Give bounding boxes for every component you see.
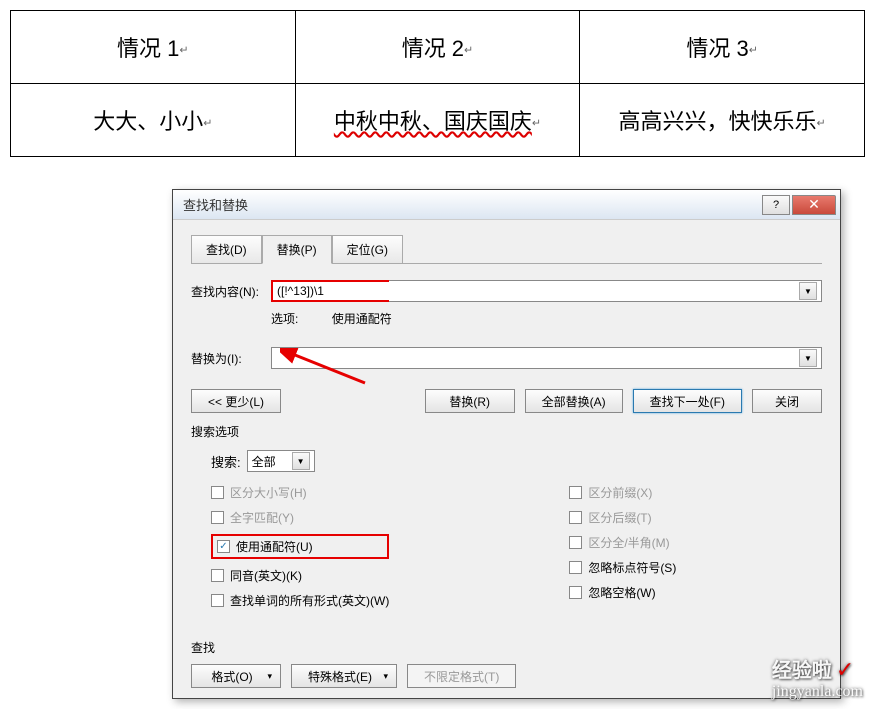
data-cell: 中秋中秋、国庆国庆↵: [295, 84, 580, 157]
checkbox-label: 区分大小写(H): [230, 484, 307, 501]
find-next-button[interactable]: 查找下一处(F): [633, 389, 742, 413]
find-replace-dialog: 查找和替换 ? ✕ 查找(D) 替换(P) 定位(G) 查找内容(N): ▼ 选…: [172, 189, 841, 699]
format-button[interactable]: 格式(O): [191, 664, 281, 688]
tab-replace[interactable]: 替换(P): [262, 235, 332, 264]
checkbox-item: 区分前缀(X): [569, 484, 676, 501]
close-button[interactable]: ✕: [792, 195, 836, 215]
checkbox-item: 全字匹配(Y): [211, 509, 389, 526]
dialog-title: 查找和替换: [183, 195, 760, 214]
replace-input-combo[interactable]: ▼: [271, 347, 822, 369]
checkbox-label: 区分全/半角(M): [588, 534, 669, 551]
checkbox-item[interactable]: 同音(英文)(K): [211, 567, 389, 584]
find-section-label: 查找: [191, 639, 822, 656]
tab-find[interactable]: 查找(D): [191, 235, 262, 264]
checkbox-icon: [569, 586, 582, 599]
search-options-label: 搜索选项: [191, 423, 822, 440]
header-cell: 情况 2↵: [295, 11, 580, 84]
paragraph-mark-icon: ↵: [464, 45, 473, 57]
checkbox-item: 区分全/半角(M): [569, 534, 676, 551]
replace-label: 替换为(I):: [191, 350, 271, 367]
header-cell: 情况 3↵: [580, 11, 865, 84]
checkbox-icon: [217, 540, 230, 553]
checkbox-label: 忽略标点符号(S): [588, 559, 676, 576]
header-cell: 情况 1↵: [11, 11, 296, 84]
paragraph-mark-icon: ↵: [532, 118, 541, 130]
find-input-extend[interactable]: ▼: [389, 280, 822, 302]
replace-input[interactable]: [276, 351, 799, 365]
checkbox-label: 区分前缀(X): [588, 484, 652, 501]
checkbox-label: 全字匹配(Y): [230, 509, 294, 526]
replace-all-button[interactable]: 全部替换(A): [525, 389, 623, 413]
dialog-titlebar[interactable]: 查找和替换 ? ✕: [173, 190, 840, 220]
find-label: 查找内容(N):: [191, 283, 271, 300]
close-dialog-button[interactable]: 关闭: [752, 389, 822, 413]
dropdown-arrow-icon[interactable]: ▼: [799, 282, 817, 300]
document-table: 情况 1↵ 情况 2↵ 情况 3↵ 大大、小小↵ 中秋中秋、国庆国庆↵ 高高兴兴…: [10, 10, 865, 157]
checkbox-icon: [569, 511, 582, 524]
checkbox-icon: [569, 536, 582, 549]
option-label: 选项:: [271, 312, 298, 326]
special-format-button[interactable]: 特殊格式(E): [291, 664, 397, 688]
option-value: 使用通配符: [332, 310, 392, 327]
less-button[interactable]: << 更少(L): [191, 389, 281, 413]
checkbox-item[interactable]: 使用通配符(U): [217, 538, 313, 555]
checkbox-item: 区分大小写(H): [211, 484, 389, 501]
checkbox-icon: [211, 511, 224, 524]
table-row: 大大、小小↵ 中秋中秋、国庆国庆↵ 高高兴兴，快快乐乐↵: [11, 84, 865, 157]
help-button[interactable]: ?: [762, 195, 790, 215]
data-cell: 高高兴兴，快快乐乐↵: [580, 84, 865, 157]
checkbox-label: 同音(英文)(K): [230, 567, 302, 584]
search-direction-dropdown[interactable]: 全部 ▼: [247, 450, 315, 472]
find-input-combo[interactable]: [271, 280, 391, 302]
checkbox-icon: [569, 561, 582, 574]
dialog-tabs: 查找(D) 替换(P) 定位(G): [191, 234, 822, 264]
data-cell: 大大、小小↵: [11, 84, 296, 157]
paragraph-mark-icon: ↵: [179, 45, 188, 57]
checkbox-item[interactable]: 查找单词的所有形式(英文)(W): [211, 592, 389, 609]
checkbox-item[interactable]: 忽略标点符号(S): [569, 559, 676, 576]
checkbox-icon: [569, 486, 582, 499]
search-direction-label: 搜索:: [211, 452, 241, 471]
dropdown-arrow-icon[interactable]: ▼: [292, 452, 310, 470]
checkbox-label: 区分后缀(T): [588, 509, 651, 526]
checkbox-item[interactable]: 忽略空格(W): [569, 584, 676, 601]
checkbox-icon: [211, 569, 224, 582]
paragraph-mark-icon: ↵: [749, 45, 758, 57]
checkbox-icon: [211, 486, 224, 499]
checkbox-icon: [211, 594, 224, 607]
dropdown-arrow-icon[interactable]: ▼: [799, 349, 817, 367]
checkbox-label: 忽略空格(W): [588, 584, 655, 601]
checkbox-label: 查找单词的所有形式(英文)(W): [230, 592, 389, 609]
paragraph-mark-icon: ↵: [203, 118, 212, 130]
checkbox-item: 区分后缀(T): [569, 509, 676, 526]
tab-goto[interactable]: 定位(G): [332, 235, 403, 264]
paragraph-mark-icon: ↵: [817, 118, 826, 130]
no-format-button: 不限定格式(T): [407, 664, 516, 688]
checkbox-label: 使用通配符(U): [236, 538, 313, 555]
replace-button[interactable]: 替换(R): [425, 389, 515, 413]
table-row: 情况 1↵ 情况 2↵ 情况 3↵: [11, 11, 865, 84]
